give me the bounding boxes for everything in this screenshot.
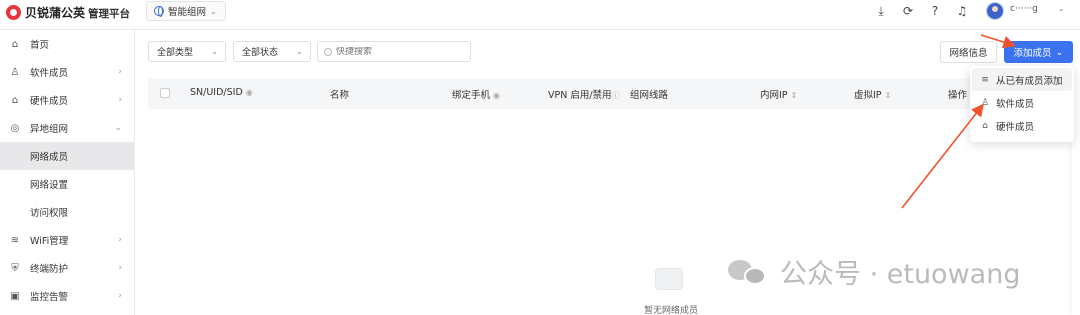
user-icon: ♙ [10,66,20,78]
monitor-icon: ▣ [10,290,20,302]
chevron-right-icon: › [118,263,122,273]
sidebar-item-label: 软件成员 [30,68,69,79]
col-virtual-ip[interactable]: 虚拟IP ⇕ [854,87,891,101]
empty-state-text: 暂无网络成员 [643,306,698,315]
status-filter-value: 全部状态 [242,48,279,58]
username[interactable]: c······g [1010,4,1038,14]
sidebar-item-label: 监控告警 [30,292,69,303]
menu-item-label: 软件成员 [996,98,1035,110]
platform-title: 管理平台 [88,8,130,20]
chevron-right-icon: › [118,67,122,77]
search-box[interactable] [317,41,471,62]
col-name: 名称 [330,90,350,101]
chevron-right-icon: › [118,235,122,245]
add-member-label: 添加成员 [1013,48,1052,59]
sidebar-item-label: 异地组网 [30,124,69,135]
sidebar-item-remote-network[interactable]: ◎ 异地组网 ⌄ [0,114,134,142]
sidebar-item-label: 硬件成员 [30,96,69,107]
col-lan-ip[interactable]: 内网IP ⇕ [760,87,797,101]
sidebar-item-home[interactable]: ⌂ 首页 [0,30,134,58]
watermark-text: 公众号 · etuowang [780,259,1021,290]
watermark: 公众号 · etuowang [728,252,1020,291]
logo-icon [6,5,21,20]
select-all-checkbox[interactable] [160,88,170,98]
menu-item-hardware-member[interactable]: ⌂ 硬件成员 [972,114,1072,137]
top-bar: 贝锐蒲公英 管理平台 智能组网 ⌄ ⤓ ⟳ ? ♫ ⋮⋮ c······g ⌄ [0,0,1080,30]
chevron-down-icon: ⌄ [211,47,218,56]
sidebar-item-label: 终端防护 [30,264,69,275]
status-filter-select[interactable]: 全部状态 ⌄ [233,41,311,62]
headset-icon[interactable]: ⟳ [901,4,915,18]
chevron-down-icon: ⌄ [210,6,217,16]
sidebar: ⌂ 首页 ♙ 软件成员 › ⌂ 硬件成员 › ◎ 异地组网 ⌄ 网络成员 网络设… [0,30,135,315]
table-header: SN/UID/SID ◉ 名称 绑定手机 ◉ VPN 启用/禁用ⓘ 组网线路 内… [148,78,1080,109]
col-bound-phone: 绑定手机 ◉ [452,90,501,101]
search-input[interactable] [336,46,456,57]
bell-icon[interactable]: ♫ [955,4,969,18]
type-filter-value: 全部类型 [157,48,194,58]
col-network-line: 组网线路 [630,90,669,101]
globe-icon [154,6,164,17]
wechat-icon [728,257,770,287]
sidebar-item-wifi[interactable]: ≋ WiFi管理 › [0,226,134,254]
col-sn-uid-sid: SN/UID/SID ◉ [190,87,253,98]
avatar[interactable] [986,2,1004,20]
eye-icon[interactable]: ◉ [493,91,500,100]
wifi-icon: ≋ [10,234,20,246]
menu-item-software-member[interactable]: ♙ 软件成员 [972,91,1072,114]
network-space-label: 智能组网 [168,7,207,18]
sidebar-item-label: 首页 [30,40,50,51]
chevron-right-icon: › [118,95,122,105]
sidebar-item-software-members[interactable]: ♙ 软件成员 › [0,58,134,86]
chevron-down-icon: ⌄ [114,123,122,133]
sidebar-item-endpoint-protection[interactable]: ⛨ 终端防护 › [0,254,134,282]
network-info-button[interactable]: 网络信息 [940,41,997,63]
col-actions: 操作 [948,90,968,101]
type-filter-select[interactable]: 全部类型 ⌄ [148,41,226,62]
eye-icon[interactable]: ◉ [246,88,253,97]
brand-name: 贝锐蒲公英 [25,6,86,20]
sidebar-item-label: WiFi管理 [30,236,69,247]
brand-logo[interactable]: 贝锐蒲公英 [6,4,85,21]
col-vpn-toggle: VPN 启用/禁用ⓘ [548,90,620,101]
menu-item-label: 硬件成员 [996,121,1035,133]
add-member-menu: ≡ 从已有成员添加 ♙ 软件成员 ⌂ 硬件成员 [970,66,1074,142]
network-icon: ◎ [10,122,20,134]
device-icon: ⌂ [11,94,19,106]
chevron-right-icon: › [118,291,122,301]
home-icon: ⌂ [11,38,19,50]
sidebar-subitem-network-settings[interactable]: 网络设置 [0,170,134,198]
help-icon: ⓘ [611,91,620,100]
device-icon: ⌂ [982,120,988,131]
empty-box-icon [655,268,683,290]
sort-icon: ⇕ [884,91,892,100]
menu-item-label: 从已有成员添加 [996,75,1063,87]
list-add-icon: ≡ [981,74,989,85]
add-member-button[interactable]: 添加成员 ⌄ [1004,41,1073,63]
sidebar-item-monitoring[interactable]: ▣ 监控告警 › [0,282,134,310]
sort-icon: ⇕ [790,91,798,100]
sidebar-item-hardware-members[interactable]: ⌂ 硬件成员 › [0,86,134,114]
chevron-down-icon: ⌄ [1055,46,1064,58]
user-icon: ♙ [980,97,990,108]
help-icon[interactable]: ? [928,4,942,18]
network-space-selector[interactable]: 智能组网 ⌄ [146,1,226,21]
shield-icon: ⛨ [11,262,19,274]
menu-item-add-existing[interactable]: ≡ 从已有成员添加 [972,68,1072,91]
sidebar-subitem-network-members[interactable]: 网络成员 [0,142,134,170]
search-icon [324,47,332,56]
chevron-down-icon[interactable]: ⌄ [1058,4,1065,13]
chevron-down-icon: ⌄ [296,47,303,56]
sidebar-subitem-access-rights[interactable]: 访问权限 [0,198,134,226]
download-icon[interactable]: ⤓ [874,4,888,18]
header-icon-group: ⤓ ⟳ ? ♫ ⋮⋮ [874,4,1006,18]
